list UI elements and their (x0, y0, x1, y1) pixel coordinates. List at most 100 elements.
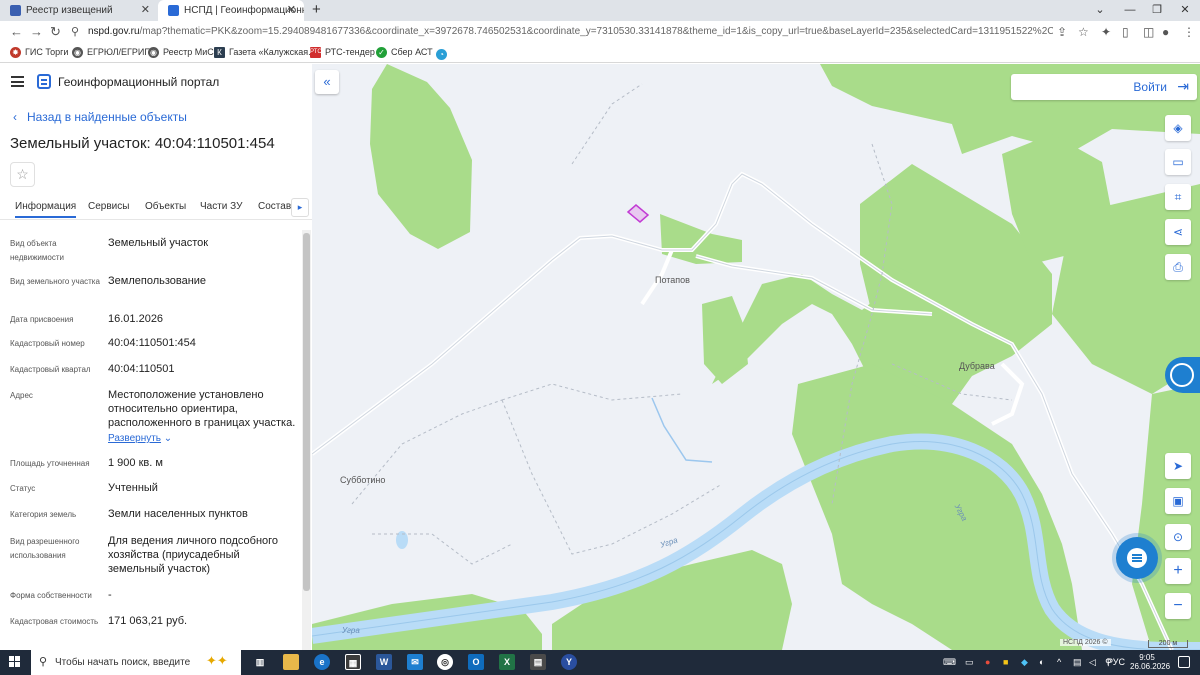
bookmark-favicon-icon: ◉ (72, 47, 83, 58)
forest-areas (312, 64, 1200, 650)
reload-icon[interactable]: ↻ (50, 21, 61, 43)
bookmark-item[interactable]: К Газета «Калужская... (214, 43, 316, 62)
tab-parcel-parts[interactable]: Части ЗУ (200, 201, 242, 212)
chat-assistant-button[interactable] (1116, 537, 1158, 579)
network-icon[interactable]: ▤ (1073, 650, 1082, 675)
zoom-out-icon[interactable]: − (1165, 593, 1191, 619)
taskbar-search-box[interactable]: ⚲ Чтобы начать поиск, введите ✦✦ (31, 650, 241, 675)
windows-start-icon[interactable] (9, 656, 21, 668)
search-location-icon[interactable]: ⊙ (1165, 524, 1191, 550)
layers-icon[interactable]: ◈ (1165, 115, 1191, 141)
zoom-in-icon[interactable]: + (1165, 558, 1191, 584)
edge-browser-icon[interactable]: e (314, 654, 330, 670)
excel-icon[interactable]: X (499, 654, 515, 670)
map-canvas[interactable] (312, 64, 1200, 650)
clock-date: 26.06.2026 (1130, 662, 1171, 671)
search-icon: ⚲ (39, 656, 48, 668)
bookmark-item[interactable]: ◉ ЕГРЮЛ/ЕГРИП (72, 43, 151, 62)
keyboard-icon[interactable]: ⌨ (943, 650, 956, 675)
object-info-panel: Геоинформационный портал ‹ Назад в найден… (0, 64, 312, 650)
tab-objects[interactable]: Объекты (145, 201, 186, 212)
field-value: 40:04:110501:454 (108, 337, 196, 349)
chrome-icon[interactable]: ◎ (437, 654, 453, 670)
split-view-icon[interactable]: ◫ (1143, 21, 1154, 43)
field-value: 1 900 кв. м (108, 457, 163, 469)
bookmark-item[interactable]: ✓ Сбер АСТ (376, 43, 433, 62)
show-hidden-icons-icon[interactable]: ^ (1057, 650, 1061, 675)
file-explorer-icon[interactable] (283, 654, 299, 670)
map-view[interactable]: Потапов Дубрава Субботино Угра Угра Угра… (312, 64, 1200, 650)
bookmark-item[interactable]: ◔ (436, 43, 447, 62)
outlook-icon[interactable]: O (468, 654, 484, 670)
footpath (351, 399, 503, 505)
browser-tab-notices[interactable]: Реестр извещений ✕ (0, 0, 158, 21)
close-tab-icon[interactable]: ✕ (141, 0, 150, 21)
field-label: Площадь уточненная (10, 459, 90, 468)
ruler-icon[interactable]: ▭ (1165, 149, 1191, 175)
tray-app-icon[interactable]: ◐ (1039, 650, 1044, 675)
back-to-results-link[interactable]: ‹ Назад в найденные объекты (13, 110, 187, 124)
back-arrow-icon[interactable]: ← (10, 21, 23, 43)
tab-search-icon[interactable]: ⌄ (1085, 0, 1115, 20)
collapse-panel-icon[interactable]: « (315, 70, 339, 94)
field-value: Учтенный (108, 482, 158, 494)
forward-arrow-icon[interactable]: → (30, 21, 43, 43)
new-tab-icon[interactable]: + (312, 0, 321, 20)
close-window-icon[interactable]: ✕ (1170, 0, 1200, 20)
field-label: Кадастровый номер (10, 339, 85, 348)
login-icon: ⇥ (1177, 78, 1189, 94)
sidepanel-icon[interactable]: ▯ (1122, 21, 1129, 43)
footpath (501, 383, 683, 401)
print-icon[interactable]: ⎙ (1165, 254, 1191, 280)
bookmark-item[interactable]: ◉ Реестр МиС (148, 43, 214, 62)
bookmark-item[interactable]: ✸ ГИС Торги (10, 43, 68, 62)
mail-icon[interactable]: ✉ (407, 654, 423, 670)
menu-icon[interactable] (11, 76, 24, 87)
share-page-icon[interactable]: ⇪ (1057, 21, 1067, 43)
login-button[interactable]: Войти ⇥ (1011, 74, 1197, 100)
field-label: Статус (10, 484, 36, 493)
word-icon[interactable]: W (376, 654, 392, 670)
favorite-star-icon[interactable]: ☆ (10, 162, 35, 187)
tray-app-icon[interactable]: ▭ (965, 650, 974, 675)
bookmark-item[interactable]: РТС РТС-тендер (310, 43, 375, 62)
minimap-icon[interactable]: ▣ (1165, 488, 1191, 514)
maximize-icon[interactable]: ❐ (1142, 0, 1172, 20)
tray-app-icon[interactable]: ◆ (1021, 650, 1028, 675)
tabs-next-arrow-icon[interactable]: ▸ (291, 198, 309, 217)
minimize-icon[interactable]: — (1115, 0, 1145, 20)
side-panel-toggle[interactable] (1165, 357, 1200, 393)
tab-composition[interactable]: Состав (258, 201, 291, 212)
profile-avatar-icon[interactable]: ● (1162, 21, 1169, 43)
tray-app-icon[interactable]: ■ (1003, 650, 1008, 675)
panel-scrollbar-thumb[interactable] (303, 233, 310, 591)
field-label: Вид разрешенного использования (10, 537, 80, 560)
browser-tab-nspd[interactable]: НСПД | Геоинформационный п ✕ (158, 0, 304, 21)
share-icon[interactable]: ⋖ (1165, 219, 1191, 245)
site-favicon-icon (10, 5, 21, 16)
bookmark-label: Реестр МиС (163, 47, 214, 57)
browser-tab-title: Реестр извещений (26, 5, 113, 16)
bookmark-star-icon[interactable]: ☆ (1078, 21, 1089, 43)
task-view-icon[interactable]: ▥ (252, 654, 268, 670)
area-select-icon[interactable]: ⌗ (1165, 184, 1191, 210)
forest-area (370, 64, 472, 249)
volume-icon[interactable]: ◁ (1089, 650, 1096, 675)
locate-icon[interactable]: ➤ (1165, 453, 1191, 479)
field-value: - (108, 589, 112, 601)
extensions-icon[interactable]: ✦ (1101, 21, 1111, 43)
clock[interactable]: 9:05 26.06.2026 (1130, 653, 1171, 671)
calculator-icon[interactable]: ▤ (530, 654, 546, 670)
yandex-browser-icon[interactable]: Y (561, 654, 577, 670)
tray-app-icon[interactable]: ● (985, 650, 990, 675)
close-tab-icon[interactable]: ✕ (287, 0, 296, 21)
language-indicator[interactable]: РУС (1107, 650, 1125, 675)
tab-information[interactable]: Информация (15, 201, 77, 218)
store-icon[interactable]: ▦ (345, 654, 361, 670)
browser-menu-icon[interactable]: ⋮ (1183, 21, 1195, 43)
notifications-icon[interactable] (1178, 656, 1190, 668)
site-info-icon[interactable]: ⚲ (71, 21, 79, 43)
url-field[interactable]: nspd.gov.ru/map?thematic=PKK&zoom=15.294… (88, 23, 1053, 41)
tab-services[interactable]: Сервисы (88, 201, 129, 212)
expand-address-link[interactable]: Развернуть ⌄ (108, 433, 172, 444)
